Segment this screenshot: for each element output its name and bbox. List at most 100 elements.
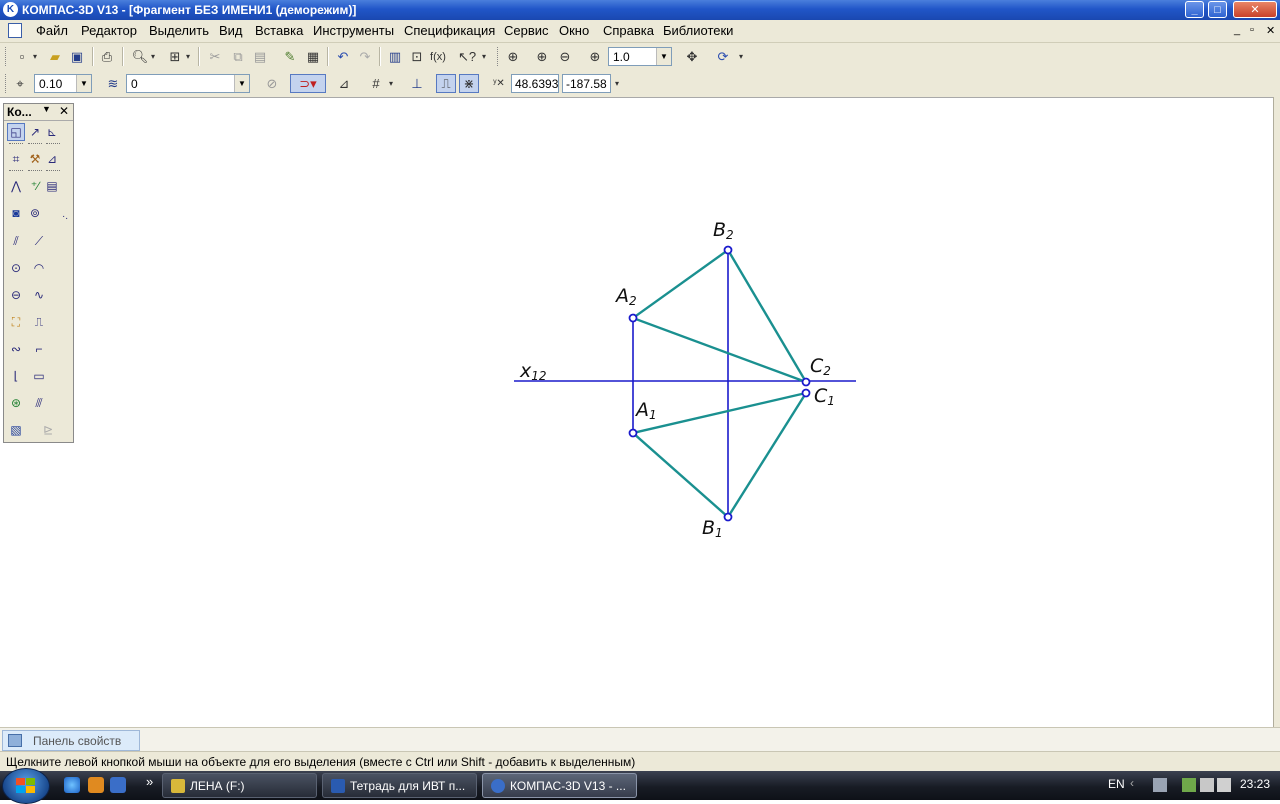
- rectangle-icon[interactable]: ▭: [30, 367, 48, 385]
- safely-remove-icon[interactable]: [1182, 778, 1196, 792]
- minimize-button[interactable]: _: [1185, 1, 1204, 18]
- network-icon[interactable]: [1200, 778, 1214, 792]
- measure-icon[interactable]: ⊿: [43, 150, 61, 168]
- associative-view-icon[interactable]: ⁺∕: [26, 177, 44, 195]
- close-button[interactable]: ✕: [1233, 1, 1277, 18]
- task-button-word[interactable]: Тетрадь для ИВТ п...: [322, 773, 477, 798]
- manager-dropdown-icon[interactable]: ▾: [183, 47, 193, 66]
- bezier-icon[interactable]: ∾: [7, 340, 25, 358]
- vertical-scroll-strip[interactable]: [1273, 97, 1280, 727]
- coord-y-field[interactable]: -187.58: [562, 74, 611, 93]
- close-icon[interactable]: ✕: [59, 104, 69, 118]
- fill-icon[interactable]: ▧: [7, 421, 25, 439]
- new-document-icon[interactable]: ▫: [12, 47, 32, 66]
- chevron-down-icon[interactable]: ▼: [76, 75, 91, 92]
- drawing-canvas[interactable]: A2 B2 C2 A1 B1 C1 x12: [0, 98, 1272, 726]
- ellipse-icon[interactable]: ⊖: [7, 286, 25, 304]
- pan-icon[interactable]: ✥: [682, 47, 702, 66]
- selection-icon[interactable]: ⋀: [7, 177, 25, 195]
- point-icon[interactable]: ◙: [7, 204, 25, 222]
- show-desktop-icon[interactable]: [110, 777, 126, 793]
- chamfer-icon[interactable]: ⌊: [7, 367, 25, 385]
- local-cs-icon[interactable]: ⊥: [407, 74, 427, 93]
- manager-tree-icon[interactable]: ▥: [385, 47, 405, 66]
- menu-help[interactable]: Справка: [603, 23, 654, 38]
- edge-a1-b1[interactable]: [632, 432, 729, 518]
- parallel-lines-icon[interactable]: ⫻: [30, 394, 48, 412]
- layers-icon[interactable]: ≋: [103, 74, 123, 93]
- circle-icon[interactable]: ⊙: [7, 259, 25, 277]
- menu-editor[interactable]: Редактор: [81, 23, 137, 38]
- snap-magnet-icon[interactable]: ⊃▾: [290, 74, 326, 93]
- variables-icon[interactable]: f(x): [428, 47, 448, 66]
- edge-a1-c1[interactable]: [632, 391, 807, 435]
- ie-icon[interactable]: [64, 777, 80, 793]
- editing-icon[interactable]: ⌗: [7, 150, 25, 168]
- library-icon[interactable]: ⊡: [407, 47, 427, 66]
- volume-icon[interactable]: [1217, 778, 1231, 792]
- keyboard-icon[interactable]: [1153, 778, 1167, 792]
- zoom-combo[interactable]: 1.0 ▼: [608, 47, 672, 66]
- task-button-lena[interactable]: ЛЕНА (F:): [162, 773, 317, 798]
- arc-icon[interactable]: ◠: [30, 259, 48, 277]
- properties-panel-tab[interactable]: Панель свойств: [2, 730, 140, 751]
- toolbar-more-icon[interactable]: ▾: [736, 47, 746, 66]
- manager-icon[interactable]: ⊞: [165, 47, 185, 66]
- grid-icon[interactable]: #: [366, 74, 386, 93]
- save-icon[interactable]: ▣: [67, 47, 87, 66]
- edge-a2-b2[interactable]: [632, 249, 729, 319]
- step-combo[interactable]: 0.10 ▼: [34, 74, 92, 93]
- redo-icon[interactable]: ↷: [355, 47, 375, 66]
- chevron-down-icon[interactable]: ▼: [42, 104, 51, 114]
- menu-specification[interactable]: Спецификация: [404, 23, 495, 38]
- spec-icon[interactable]: ▤: [43, 177, 61, 195]
- equidistant-icon[interactable]: ⊛: [7, 394, 25, 412]
- point-b1[interactable]: [723, 512, 733, 522]
- polyline-icon[interactable]: ⎍: [30, 313, 48, 331]
- geometry-icon[interactable]: ◱: [7, 123, 25, 141]
- coord-x-field[interactable]: 48.6393: [511, 74, 559, 93]
- spline-icon[interactable]: ∿: [30, 286, 48, 304]
- toolbar-grip[interactable]: [5, 47, 9, 66]
- open-icon[interactable]: ▰: [45, 47, 65, 66]
- point-c2[interactable]: [801, 377, 811, 387]
- point-a1[interactable]: [628, 428, 638, 438]
- menu-file[interactable]: Файл: [36, 23, 68, 38]
- new-dropdown-icon[interactable]: ▾: [30, 47, 40, 66]
- point-b2[interactable]: [723, 245, 733, 255]
- hatch-icon[interactable]: ⛶: [7, 313, 25, 331]
- grid-dropdown-icon[interactable]: ▾: [386, 74, 396, 93]
- menu-window[interactable]: Окно: [559, 23, 589, 38]
- cut-icon[interactable]: ✂: [205, 47, 225, 66]
- toolbar-grip[interactable]: [497, 47, 501, 66]
- aux-line-icon[interactable]: ⊚: [26, 204, 44, 222]
- menu-libraries[interactable]: Библиотеки: [663, 23, 733, 38]
- properties-icon[interactable]: ▦: [303, 47, 323, 66]
- doc-restore-button[interactable]: ▫: [1250, 24, 1254, 36]
- menu-tools[interactable]: Инструменты: [313, 23, 394, 38]
- cursor-step-icon[interactable]: ⌖: [10, 74, 30, 93]
- edge-b2-c2[interactable]: [726, 249, 808, 383]
- layer-combo[interactable]: 0 ▼: [126, 74, 250, 93]
- dimensions-icon[interactable]: ↗: [26, 123, 44, 141]
- copy-icon[interactable]: ⧉: [228, 47, 248, 66]
- line-icon[interactable]: ⟋: [30, 232, 48, 250]
- document-icon[interactable]: [8, 23, 22, 38]
- points-icon[interactable]: ·.: [56, 207, 74, 225]
- menu-service[interactable]: Сервис: [504, 23, 549, 38]
- edge-b1-c1[interactable]: [726, 392, 808, 518]
- maximize-button[interactable]: □: [1208, 1, 1227, 18]
- menu-select[interactable]: Выделить: [149, 23, 209, 38]
- segment-icon[interactable]: ⫽: [7, 232, 25, 250]
- toolbar-grip[interactable]: [5, 74, 9, 93]
- task-button-kompas[interactable]: КОМПАС-3D V13 - ...: [482, 773, 637, 798]
- designations-icon[interactable]: ⊾: [43, 123, 61, 141]
- menu-insert[interactable]: Вставка: [255, 23, 303, 38]
- undo-icon[interactable]: ↶: [333, 47, 353, 66]
- help-pointer-icon[interactable]: ↖?: [457, 47, 477, 66]
- quicklaunch-more-icon[interactable]: »: [146, 774, 153, 789]
- help-dropdown-icon[interactable]: ▾: [479, 47, 489, 66]
- round-mode-icon[interactable]: ⋇: [459, 74, 479, 93]
- chevron-down-icon[interactable]: ▼: [234, 75, 249, 92]
- fillet-icon[interactable]: ⌐: [30, 340, 48, 358]
